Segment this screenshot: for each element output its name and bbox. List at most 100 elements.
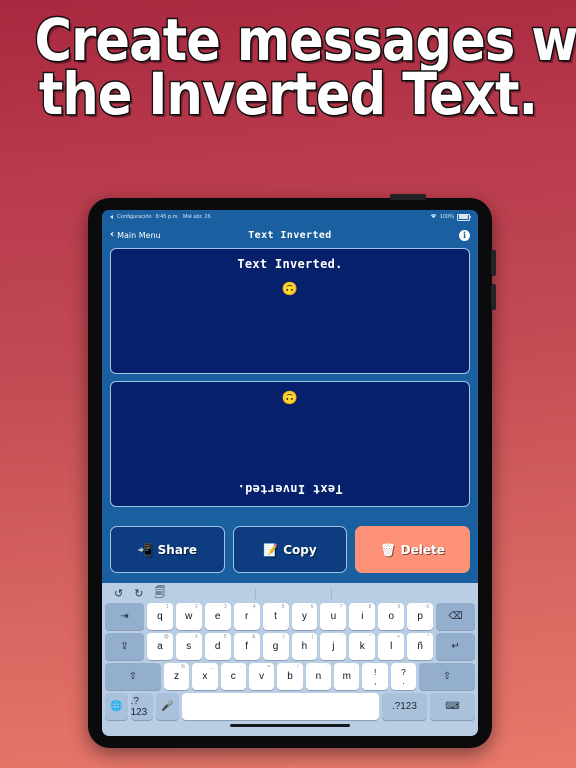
volume-up-button[interactable] [491,250,496,276]
key-label: q [157,611,163,622]
key-alt: + [397,634,401,640]
action-button-row: 📲 Share 📝 Copy 🗑 Delete [102,517,478,583]
key-i[interactable]: 8i [349,603,376,630]
back-to-main-menu-button[interactable]: ‹ Main Menu [110,230,161,240]
promo-headline-line2: the Inverted Text. [38,59,540,128]
key-enye[interactable]: * ñ [407,633,434,660]
tablet-screen: Configuración 8:45 p.m. Mié abr. 26 100%… [102,210,478,736]
key-b[interactable]: / b [277,663,303,690]
key-label: a [157,641,163,652]
key-alt: ( [282,634,285,640]
share-button[interactable]: 📲 Share [110,526,225,573]
keyboard-row-2: ⇪ @ a # s € d & f (g ) h ' j " k + l * ñ ↵ [105,633,475,660]
key-q[interactable]: 1q [146,603,173,630]
key-n[interactable]: :n [305,663,332,690]
key-o[interactable]: 9o [378,603,405,630]
key-h[interactable]: ) h [291,633,318,660]
output-textbox: 🙃 Text Inverted. [110,381,470,507]
input-textbox[interactable]: Text Inverted. 🙃 [110,248,470,374]
wifi-icon [430,213,437,221]
back-arrow-icon[interactable] [110,215,113,219]
key-w[interactable]: 2w [175,603,202,630]
keyboard-row-1: ⇥ 1q 2w 3e 4r 5t 6y 7u 8i 9o 0p ⌫ [105,603,475,630]
key-alt: 0 [426,604,430,610]
key-alt: 2 [194,604,198,610]
key-label: c [230,671,236,682]
microphone-icon[interactable]: 🎤 [156,693,179,720]
key-e[interactable]: 3e [204,603,231,630]
key-label: g [272,641,279,652]
key-alt: # [194,634,198,640]
key-r[interactable]: 4r [233,603,260,630]
key-label: u [330,611,337,622]
key-y[interactable]: 6y [291,603,318,630]
key-s[interactable]: # s [175,633,202,660]
battery-icon [457,213,471,221]
caps-lock-key[interactable]: ⇪ [105,633,144,660]
promo-headline: Create messages with the Inverted Text. [33,10,576,128]
key-a[interactable]: @ a [146,633,173,660]
delete-button[interactable]: 🗑 Delete [355,526,471,573]
info-icon[interactable]: i [459,229,470,241]
tablet-device-frame: Configuración 8:45 p.m. Mié abr. 26 100%… [88,194,496,748]
copy-button-label: Copy [283,542,317,557]
copy-button[interactable]: 📝 Copy [232,526,348,573]
volume-down-button[interactable] [491,284,496,310]
key-v[interactable]: = v [248,663,275,690]
key-m[interactable]: ; m [334,663,360,690]
key-label: l [390,641,393,652]
key-label: . [402,675,405,686]
return-key[interactable]: ↵ [436,633,475,660]
paste-icon[interactable]: 🗐 [154,584,165,603]
key-t[interactable]: 5t [262,603,289,630]
key-l[interactable]: + l [378,633,405,660]
onscreen-keyboard: ↺ ↻ 🗐 ⇥ 1q 2w 3e 4r 5t 6y 7u 8i 9o 0p ⌫ [102,583,478,736]
key-alt: 1 [166,604,169,610]
undo-icon[interactable]: ↺ [114,587,123,600]
space-key[interactable] [181,693,379,720]
key-c[interactable]: -c [220,663,246,690]
hide-keyboard-icon[interactable]: ⌨ [429,693,476,720]
key-alt: 4 [252,604,256,610]
key-question-period[interactable]: ?. [390,663,417,690]
key-x[interactable]: _ x [192,663,218,690]
numeric-right-key[interactable]: .?123 [381,693,427,720]
key-alt: & [252,634,256,640]
key-label: i [361,611,364,622]
key-g[interactable]: (g [262,633,289,660]
key-j[interactable]: ' j [320,633,347,660]
status-bar: Configuración 8:45 p.m. Mié abr. 26 100% [102,210,478,224]
status-date: Mié abr. 26 [182,214,211,220]
key-label: y [301,611,307,622]
key-d[interactable]: € d [204,633,231,660]
key-label: p [417,611,423,622]
tab-key[interactable]: ⇥ [105,603,144,630]
toolbar-divider [255,587,256,599]
numeric-left-key[interactable]: .?123 [130,693,154,720]
key-label: f [245,641,248,652]
key-alt: € [223,634,227,640]
key-f[interactable]: & f [233,633,260,660]
key-z[interactable]: % z [163,663,190,690]
key-p[interactable]: 0p [407,603,434,630]
key-exclamation-comma[interactable]: !, [362,663,388,690]
shift-left-key[interactable]: ⇧ [105,663,161,690]
globe-icon[interactable]: 🌐 [105,693,128,720]
copy-icon: 📝 [263,542,279,557]
power-button[interactable] [390,194,426,200]
share-button-label: Share [157,542,197,557]
shift-right-key[interactable]: ⇧ [419,663,476,690]
key-alt: ) [311,634,314,640]
redo-icon[interactable]: ↻ [134,587,143,600]
home-indicator[interactable] [105,723,475,728]
backspace-key[interactable]: ⌫ [436,603,475,630]
key-alt: _ [210,664,214,670]
key-label: b [287,671,293,682]
input-text: Text Inverted. [237,257,343,271]
status-back-app[interactable]: Configuración [117,214,152,220]
key-alt: 3 [223,604,227,610]
key-k[interactable]: " k [349,633,376,660]
key-alt: @ [163,634,169,640]
key-u[interactable]: 7u [320,603,347,630]
key-alt: = [267,664,271,670]
